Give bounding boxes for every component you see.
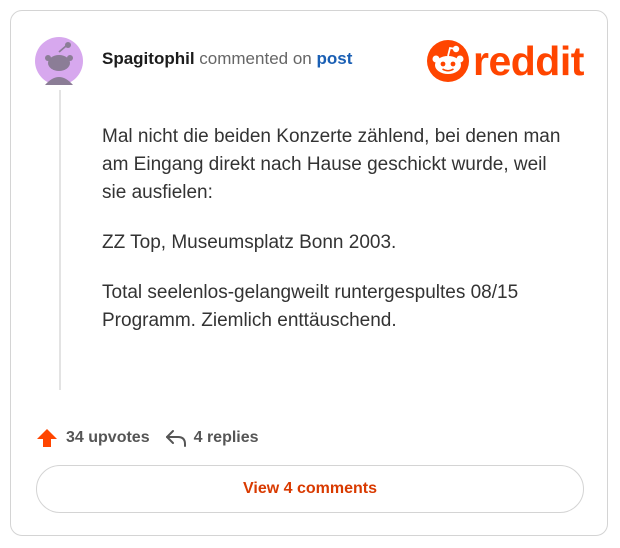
thread-line <box>59 90 61 390</box>
comment-header: Spagitophil commented on post <box>102 49 352 69</box>
replies-button[interactable]: 4 replies <box>164 427 259 449</box>
comment-paragraph: Total seelenlos-gelangweilt runtergespul… <box>102 282 519 331</box>
avatar[interactable] <box>35 37 83 85</box>
comment-actions: 34 upvotes 4 replies <box>36 427 259 449</box>
username[interactable]: Spagitophil <box>102 49 195 68</box>
upvote-count: 34 upvotes <box>66 429 150 446</box>
view-comments-button[interactable]: View 4 comments <box>36 465 584 513</box>
comment-action: commented on <box>199 49 312 68</box>
reddit-logo: reddit <box>427 40 584 82</box>
reply-arrow-icon <box>165 430 186 447</box>
reply-count: 4 replies <box>193 429 259 446</box>
upvote-button[interactable]: 34 upvotes <box>36 427 150 449</box>
comment-body: Mal nicht die beiden Konzerte zählend, b… <box>102 123 572 357</box>
reddit-wordmark: reddit <box>473 38 584 84</box>
post-link[interactable]: post <box>316 49 352 68</box>
comment-paragraph: Mal nicht die beiden Konzerte zählend, b… <box>102 126 561 203</box>
upvote-arrow-icon <box>37 429 57 447</box>
reddit-snoo-icon <box>427 40 469 82</box>
comment-paragraph: ZZ Top, Museumsplatz Bonn 2003. <box>102 232 397 253</box>
